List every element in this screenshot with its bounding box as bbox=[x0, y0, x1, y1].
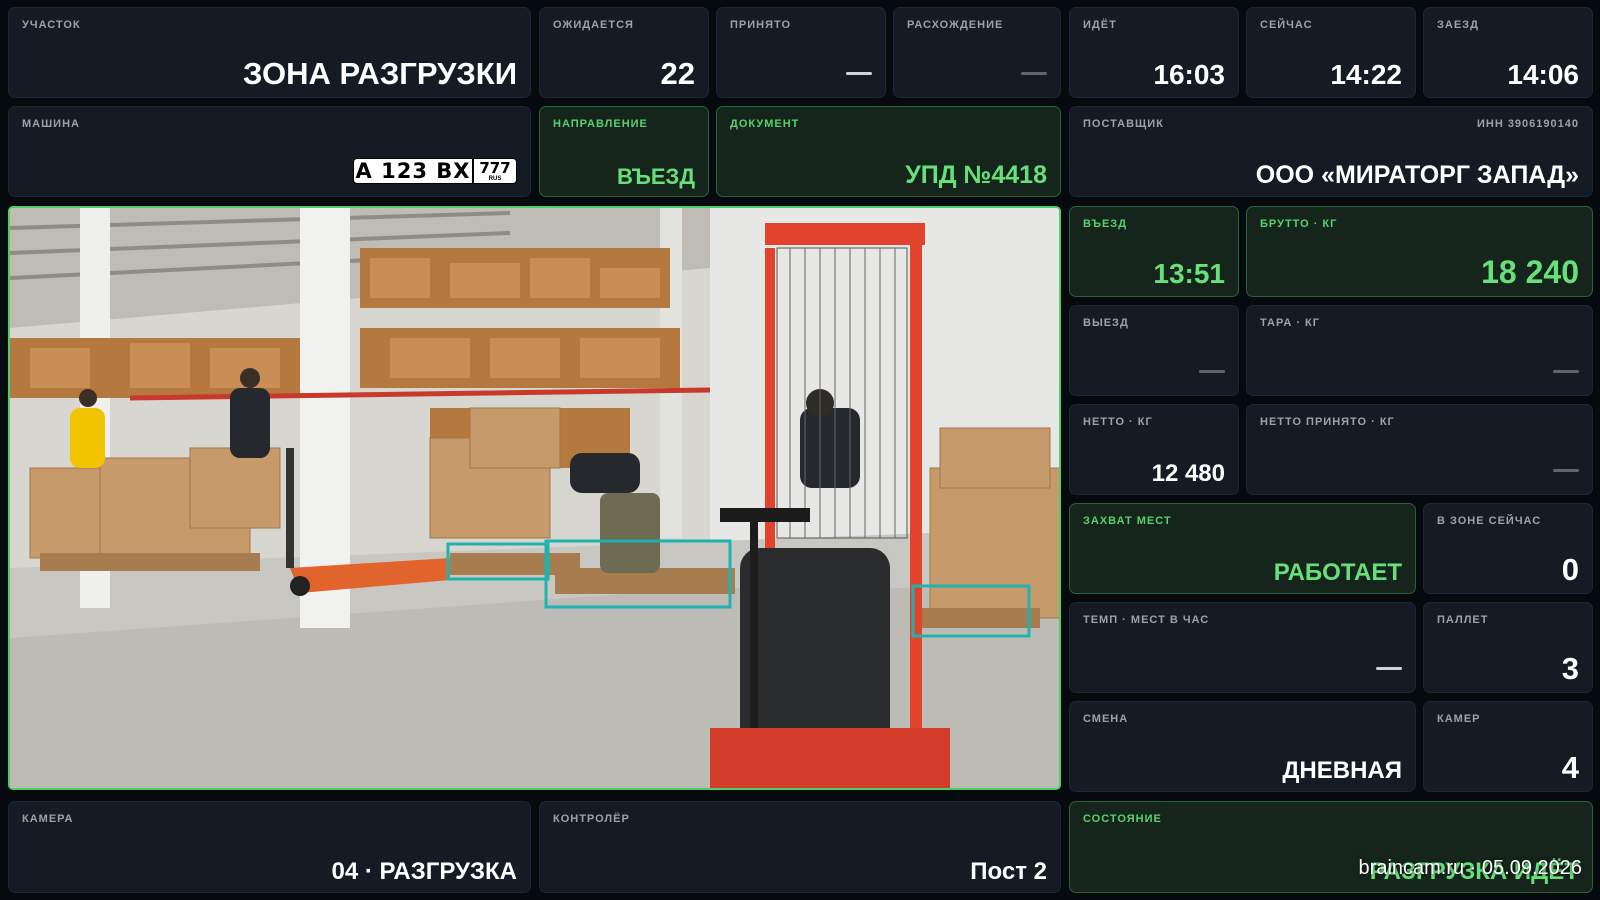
pallets-tile: ПАЛЛЕТ 3 bbox=[1423, 602, 1593, 693]
capture-label: ЗАХВАТ МЕСТ bbox=[1083, 515, 1172, 527]
accepted-label: ПРИНЯТО bbox=[730, 19, 792, 31]
document-label: ДОКУМЕНТ bbox=[730, 118, 800, 130]
cameras-tile: КАМЕР 4 bbox=[1423, 701, 1593, 792]
cameras-value: 4 bbox=[1561, 750, 1579, 785]
controller-tile: КОНТРОЛЁР Пост 2 bbox=[539, 801, 1061, 893]
pace-label: ТЕМП · МЕСТ В ЧАС bbox=[1083, 614, 1210, 626]
vehicle-label: МАШИНА bbox=[22, 118, 80, 130]
net-accepted-empty-dash bbox=[1553, 469, 1579, 472]
site-label: УЧАСТОК bbox=[22, 19, 81, 31]
supplier-tile: ПОСТАВЩИК ИНН 3906190140 ООО «МИРАТОРГ З… bbox=[1069, 106, 1593, 197]
plate-country: RUS bbox=[488, 175, 502, 182]
status-label: СОСТОЯНИЕ bbox=[1083, 813, 1162, 825]
pace-tile: ТЕМП · МЕСТ В ЧАС bbox=[1069, 602, 1416, 693]
exit-empty-dash bbox=[1199, 370, 1225, 373]
site-tile: УЧАСТОК ЗОНА РАЗГРУЗКИ bbox=[8, 7, 531, 98]
arrival-value: 14:06 bbox=[1507, 59, 1579, 90]
elapsed-value: 16:03 bbox=[1153, 59, 1225, 90]
warehouse-scene bbox=[10, 208, 1059, 788]
document-value: УПД №4418 bbox=[905, 161, 1047, 189]
accepted-empty-dash bbox=[846, 72, 872, 75]
camera-label: КАМЕРА bbox=[22, 813, 74, 825]
arrival-tile: ЗАЕЗД 14:06 bbox=[1423, 7, 1593, 98]
exit-tile: ВЫЕЗД bbox=[1069, 305, 1239, 396]
shift-value: ДНЕВНАЯ bbox=[1282, 757, 1402, 784]
document-tile: ДОКУМЕНТ УПД №4418 bbox=[716, 106, 1061, 197]
now-label: СЕЙЧАС bbox=[1260, 19, 1313, 31]
direction-tile: НАПРАВЛЕНИЕ ВЪЕЗД bbox=[539, 106, 709, 197]
entry-weight-tile: ВЪЕЗД 13:51 bbox=[1069, 206, 1239, 297]
tare-label: ТАРА · КГ bbox=[1260, 317, 1321, 329]
net-accepted-label: НЕТТО ПРИНЯТО · КГ bbox=[1260, 416, 1395, 428]
net-tile: НЕТТО · КГ 12 480 bbox=[1069, 404, 1239, 495]
plate-number: А 123 ВХ bbox=[354, 159, 474, 183]
direction-value: ВЪЕЗД bbox=[616, 164, 695, 189]
pallets-value: 3 bbox=[1561, 651, 1579, 686]
supplier-inn: ИНН 3906190140 bbox=[1476, 118, 1579, 130]
camera-feed[interactable] bbox=[8, 206, 1061, 790]
now-tile: СЕЙЧАС 14:22 bbox=[1246, 7, 1416, 98]
supplier-name: ООО «МИРАТОРГ ЗАПАД» bbox=[1255, 161, 1579, 189]
arrival-label: ЗАЕЗД bbox=[1437, 19, 1479, 31]
accepted-tile: ПРИНЯТО bbox=[716, 7, 886, 98]
direction-label: НАПРАВЛЕНИЕ bbox=[553, 118, 648, 130]
cameras-label: КАМЕР bbox=[1437, 713, 1481, 725]
plate-region-box: 777 RUS bbox=[474, 159, 516, 183]
exit-label: ВЫЕЗД bbox=[1083, 317, 1129, 329]
vehicle-tile: МАШИНА А 123 ВХ 777 RUS bbox=[8, 106, 531, 197]
shift-tile: СМЕНА ДНЕВНАЯ bbox=[1069, 701, 1416, 792]
capture-status: РАБОТАЕТ bbox=[1273, 559, 1402, 586]
pace-empty-dash bbox=[1376, 667, 1402, 670]
tare-tile: ТАРА · КГ bbox=[1246, 305, 1593, 396]
net-label: НЕТТО · КГ bbox=[1083, 416, 1153, 428]
capture-tile: ЗАХВАТ МЕСТ РАБОТАЕТ bbox=[1069, 503, 1416, 594]
camera-value: 04 · РАЗГРУЗКА bbox=[331, 858, 517, 885]
expected-value: 22 bbox=[660, 56, 695, 91]
discrepancy-label: РАСХОЖДЕНИЕ bbox=[907, 19, 1004, 31]
in-zone-label: В ЗОНЕ СЕЙЧАС bbox=[1437, 515, 1542, 527]
watermark: braincam.ru · 05.09.2026 bbox=[1358, 857, 1582, 879]
expected-tile: ОЖИДАЕТСЯ 22 bbox=[539, 7, 709, 98]
elapsed-label: ИДЁТ bbox=[1083, 19, 1117, 31]
discrepancy-tile: РАСХОЖДЕНИЕ bbox=[893, 7, 1061, 98]
net-value: 12 480 bbox=[1151, 460, 1225, 487]
in-zone-tile: В ЗОНЕ СЕЙЧАС 0 bbox=[1423, 503, 1593, 594]
site-value: ЗОНА РАЗГРУЗКИ bbox=[242, 56, 517, 91]
gross-tile: БРУТТО · КГ 18 240 bbox=[1246, 206, 1593, 297]
entry-weight-label: ВЪЕЗД bbox=[1083, 218, 1128, 230]
elapsed-tile: ИДЁТ 16:03 bbox=[1069, 7, 1239, 98]
gross-value: 18 240 bbox=[1481, 254, 1579, 290]
gross-label: БРУТТО · КГ bbox=[1260, 218, 1338, 230]
in-zone-value: 0 bbox=[1561, 552, 1579, 587]
pallets-label: ПАЛЛЕТ bbox=[1437, 614, 1489, 626]
camera-tile: КАМЕРА 04 · РАЗГРУЗКА bbox=[8, 801, 531, 893]
now-value: 14:22 bbox=[1330, 59, 1402, 90]
supplier-label: ПОСТАВЩИК bbox=[1083, 118, 1164, 130]
discrepancy-empty-dash bbox=[1021, 72, 1047, 75]
expected-label: ОЖИДАЕТСЯ bbox=[553, 19, 634, 31]
controller-value: Пост 2 bbox=[970, 858, 1047, 885]
plate-region: 777 bbox=[479, 158, 511, 177]
tare-empty-dash bbox=[1553, 370, 1579, 373]
entry-weight-value: 13:51 bbox=[1153, 258, 1225, 289]
net-accepted-tile: НЕТТО ПРИНЯТО · КГ bbox=[1246, 404, 1593, 495]
controller-label: КОНТРОЛЁР bbox=[553, 813, 630, 825]
shift-label: СМЕНА bbox=[1083, 713, 1129, 725]
license-plate: А 123 ВХ 777 RUS bbox=[353, 158, 517, 184]
